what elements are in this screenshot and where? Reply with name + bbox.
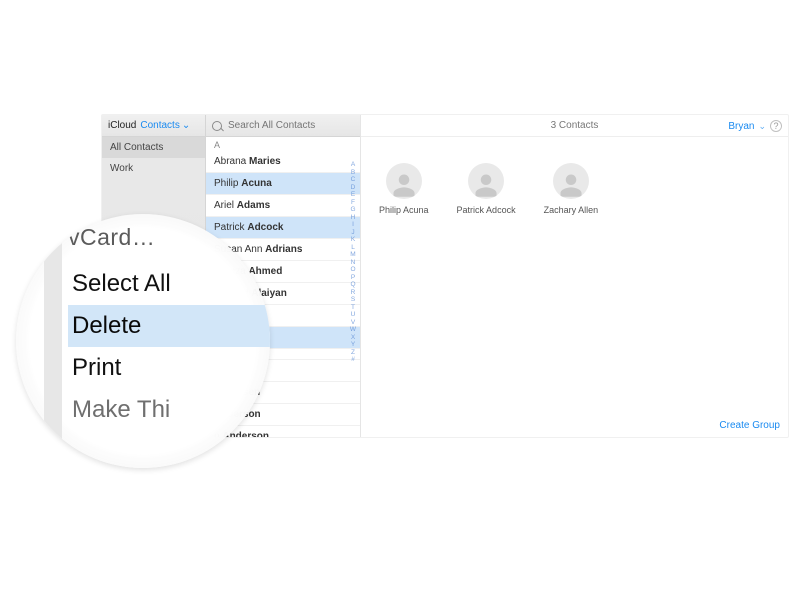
alpha-index-letter[interactable]: V <box>351 319 355 327</box>
avatar <box>468 163 504 199</box>
alpha-index-letter[interactable]: T <box>351 304 355 312</box>
alpha-index-letter[interactable]: # <box>351 356 355 364</box>
alpha-index-letter[interactable]: J <box>351 229 354 237</box>
alpha-index-letter[interactable]: U <box>351 311 356 319</box>
alpha-index-letter[interactable]: A <box>351 161 355 169</box>
chevron-down-icon: ⌄ <box>182 120 190 131</box>
search-input[interactable] <box>226 119 354 132</box>
sidebar-item-all-contacts[interactable]: All Contacts <box>102 137 205 158</box>
contact-card[interactable]: Philip Acuna <box>379 163 429 215</box>
alpha-index-letter[interactable]: Q <box>350 281 355 289</box>
sidebar-item-work[interactable]: Work <box>102 158 205 179</box>
alpha-index-letter[interactable]: Y <box>351 341 355 349</box>
alpha-index-letter[interactable]: G <box>350 206 355 214</box>
context-menu-item-print[interactable]: Print <box>68 347 270 389</box>
selected-contact-cards: Philip Acuna Patrick Adcock Zachary Allen <box>361 137 788 241</box>
context-menu-item-truncated-below: Make Thi <box>68 389 270 431</box>
search-icon <box>212 121 222 131</box>
avatar <box>386 163 422 199</box>
list-item[interactable]: Ariel Adams <box>206 195 360 217</box>
chevron-down-icon: ⌄ <box>758 121 766 132</box>
magnifier-background-strip <box>44 214 62 468</box>
alpha-index-letter[interactable]: W <box>350 326 356 334</box>
alpha-index-letter[interactable]: R <box>351 289 356 297</box>
detail-pane: 3 Contacts Bryan ⌄ ? Philip Acuna Patrick… <box>361 115 788 437</box>
alpha-index-letter[interactable]: H <box>351 214 356 222</box>
alpha-index-letter[interactable]: K <box>351 236 355 244</box>
account-name: Bryan <box>728 121 754 132</box>
avatar <box>553 163 589 199</box>
app-name: Contacts <box>140 120 179 131</box>
alpha-index-letter[interactable]: O <box>350 266 355 274</box>
app-switcher[interactable]: iCloud Contacts ⌄ <box>102 115 205 137</box>
alpha-index[interactable]: ABCDEFGHIJKLMNOPQRSTUVWXYZ# <box>348 161 358 364</box>
contact-name: Zachary Allen <box>544 205 599 215</box>
context-menu-magnifier: vCard… Select All Delete Print Make Thi <box>16 214 270 468</box>
alpha-index-letter[interactable]: F <box>351 199 355 207</box>
contact-name: Patrick Adcock <box>457 205 516 215</box>
selection-count: 3 Contacts <box>551 120 599 131</box>
context-menu-item-truncated-above: vCard… <box>68 226 270 249</box>
list-item[interactable]: Philip Acuna <box>206 173 360 195</box>
section-header-a: A <box>206 137 360 151</box>
alpha-index-letter[interactable]: D <box>351 184 356 192</box>
contact-card[interactable]: Zachary Allen <box>544 163 599 215</box>
help-icon[interactable]: ? <box>770 120 782 132</box>
brand-label: iCloud <box>108 120 136 131</box>
alpha-index-letter[interactable]: I <box>352 221 354 229</box>
alpha-index-letter[interactable]: N <box>351 259 356 267</box>
contact-name: Philip Acuna <box>379 205 429 215</box>
alpha-index-letter[interactable]: P <box>351 274 355 282</box>
alpha-index-letter[interactable]: E <box>351 191 355 199</box>
alpha-index-letter[interactable]: L <box>351 244 355 252</box>
alpha-index-letter[interactable]: B <box>351 169 355 177</box>
alpha-index-letter[interactable]: Z <box>351 349 355 357</box>
account-menu[interactable]: Bryan ⌄ ? <box>728 115 782 137</box>
alpha-index-letter[interactable]: S <box>351 296 355 304</box>
search-bar[interactable] <box>206 115 360 137</box>
contact-card[interactable]: Patrick Adcock <box>457 163 516 215</box>
alpha-index-letter[interactable]: C <box>351 176 356 184</box>
detail-header: 3 Contacts Bryan ⌄ ? <box>361 115 788 137</box>
alpha-index-letter[interactable]: M <box>350 251 355 259</box>
context-menu: vCard… Select All Delete Print Make Thi <box>68 226 270 431</box>
context-menu-item-select-all[interactable]: Select All <box>68 263 270 305</box>
context-menu-item-delete[interactable]: Delete <box>68 305 270 347</box>
list-item[interactable]: Abrana Maries <box>206 151 360 173</box>
create-group-link[interactable]: Create Group <box>719 420 780 431</box>
alpha-index-letter[interactable]: X <box>351 334 355 342</box>
